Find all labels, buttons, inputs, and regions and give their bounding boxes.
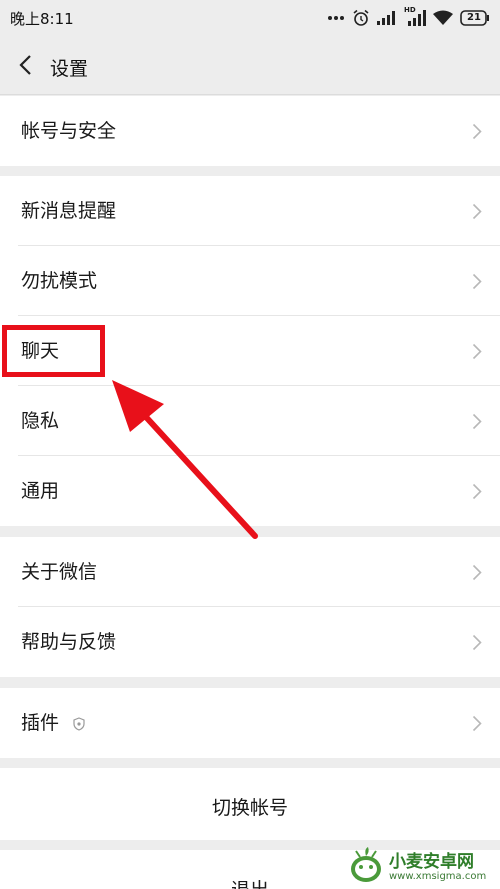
watermark: 小麦安卓网 www.xmsigma.com (346, 845, 496, 887)
watermark-title: 小麦安卓网 (389, 852, 474, 872)
watermark-url: www.xmsigma.com (389, 871, 487, 882)
annotation-arrow (112, 380, 258, 539)
android-logo-icon (346, 845, 386, 889)
